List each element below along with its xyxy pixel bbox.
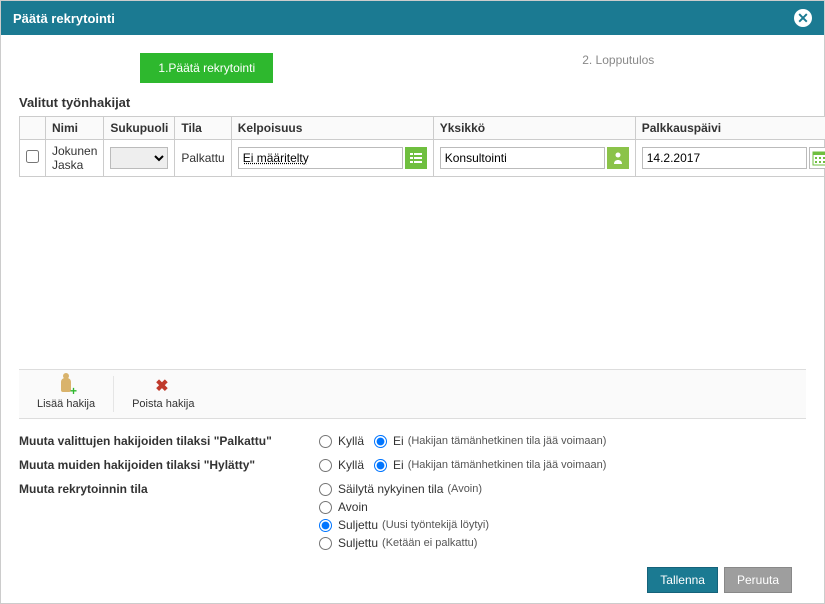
cell-tila: Palkattu xyxy=(175,140,231,177)
add-person-icon: + xyxy=(58,378,74,396)
hylatty-ei-label: Ei xyxy=(393,458,404,472)
rekrytila-suljettu-ei-hint: (Ketään ei palkattu) xyxy=(382,537,477,549)
option-palkattu-label: Muuta valittujen hakijoiden tilaksi "Pal… xyxy=(19,432,319,448)
col-sukupuoli: Sukupuoli xyxy=(104,117,175,140)
remove-icon: ✖ xyxy=(155,378,171,396)
section-title: Valitut työnhakijat xyxy=(19,95,806,110)
dialog: Päätä rekrytointi ✕ 1.Päätä rekrytointi … xyxy=(0,0,825,604)
cell-kelpoisuus xyxy=(231,140,433,177)
col-nimi: Nimi xyxy=(46,117,104,140)
col-yksikko: Yksikkö xyxy=(433,117,635,140)
list-picker-icon[interactable] xyxy=(405,147,427,169)
cell-nimi: Jokunen Jaska xyxy=(46,140,104,177)
add-applicant-label: Lisää hakija xyxy=(37,398,95,410)
step-2-label[interactable]: 2. Lopputulos xyxy=(582,45,654,75)
palkattu-kylla-label: Kyllä xyxy=(338,434,364,448)
rekrytila-sailyta-hint: (Avoin) xyxy=(447,483,482,495)
applicants-table: Nimi Sukupuoli Tila Kelpoisuus Yksikkö P… xyxy=(19,116,825,177)
dialog-header: Päätä rekrytointi ✕ xyxy=(1,1,824,35)
palkattu-hint: (Hakijan tämänhetkinen tila jää voimaan) xyxy=(408,435,607,447)
footer: Tallenna Peruuta xyxy=(19,559,806,603)
step-1-button[interactable]: 1.Päätä rekrytointi xyxy=(140,53,273,83)
hylatty-ei-radio[interactable] xyxy=(374,459,387,472)
save-button[interactable]: Tallenna xyxy=(647,567,718,593)
option-hylatty: Muuta muiden hakijoiden tilaksi "Hylätty… xyxy=(19,453,806,477)
hylatty-hint: (Hakijan tämänhetkinen tila jää voimaan) xyxy=(408,459,607,471)
table-row: Jokunen Jaska Palkattu xyxy=(20,140,825,177)
hylatty-kylla-label: Kyllä xyxy=(338,458,364,472)
add-applicant-button[interactable]: + Lisää hakija xyxy=(19,376,114,412)
hylatty-kylla-radio[interactable] xyxy=(319,459,332,472)
table-header-row: Nimi Sukupuoli Tila Kelpoisuus Yksikkö P… xyxy=(20,117,825,140)
kelpoisuus-input[interactable] xyxy=(238,147,403,169)
rekrytila-avoin-radio[interactable] xyxy=(319,501,332,514)
step-2: 2. Lopputulos xyxy=(413,53,825,83)
palkattu-kylla-radio[interactable] xyxy=(319,435,332,448)
toolbar: + Lisää hakija ✖ Poista hakija xyxy=(19,369,806,419)
rekrytila-suljettu-ei-radio[interactable] xyxy=(319,537,332,550)
option-rekrytila: Muuta rekrytoinnin tila Säilytä nykyinen… xyxy=(19,477,806,555)
remove-applicant-label: Poista hakija xyxy=(132,398,194,410)
rekrytila-suljettu-ei-label: Suljettu xyxy=(338,536,378,550)
option-hylatty-label: Muuta muiden hakijoiden tilaksi "Hylätty… xyxy=(19,456,319,472)
cancel-button[interactable]: Peruuta xyxy=(724,567,792,593)
close-icon[interactable]: ✕ xyxy=(794,9,812,27)
options-block: Muuta valittujen hakijoiden tilaksi "Pal… xyxy=(19,419,806,559)
dialog-title: Päätä rekrytointi xyxy=(13,11,115,26)
step-1: 1.Päätä rekrytointi xyxy=(1,53,413,83)
rekrytila-suljettu-loytyi-hint: (Uusi työntekijä löytyi) xyxy=(382,519,489,531)
calendar-icon[interactable] xyxy=(809,147,825,169)
row-checkbox[interactable] xyxy=(26,150,39,163)
cell-palkkauspaivi xyxy=(635,140,825,177)
option-rekrytila-label: Muuta rekrytoinnin tila xyxy=(19,480,319,496)
col-palkkauspaivi: Palkkauspäivi xyxy=(635,117,825,140)
rekrytila-avoin-label: Avoin xyxy=(338,500,368,514)
palkkauspaivi-input[interactable] xyxy=(642,147,807,169)
cell-yksikko xyxy=(433,140,635,177)
remove-applicant-button[interactable]: ✖ Poista hakija xyxy=(114,376,212,412)
sukupuoli-select[interactable] xyxy=(110,147,168,169)
wizard-steps: 1.Päätä rekrytointi 2. Lopputulos xyxy=(1,35,824,95)
content: Valitut työnhakijat Nimi Sukupuoli Tila … xyxy=(1,95,824,603)
org-picker-icon[interactable] xyxy=(607,147,629,169)
col-tila: Tila xyxy=(175,117,231,140)
palkattu-ei-label: Ei xyxy=(393,434,404,448)
rekrytila-suljettu-loytyi-label: Suljettu xyxy=(338,518,378,532)
yksikko-input[interactable] xyxy=(440,147,605,169)
rekrytila-suljettu-loytyi-radio[interactable] xyxy=(319,519,332,532)
col-kelpoisuus: Kelpoisuus xyxy=(231,117,433,140)
col-checkbox xyxy=(20,117,46,140)
cell-sukupuoli xyxy=(104,140,175,177)
rekrytila-sailyta-label: Säilytä nykyinen tila xyxy=(338,482,443,496)
rekrytila-sailyta-radio[interactable] xyxy=(319,483,332,496)
palkattu-ei-radio[interactable] xyxy=(374,435,387,448)
option-palkattu: Muuta valittujen hakijoiden tilaksi "Pal… xyxy=(19,429,806,453)
